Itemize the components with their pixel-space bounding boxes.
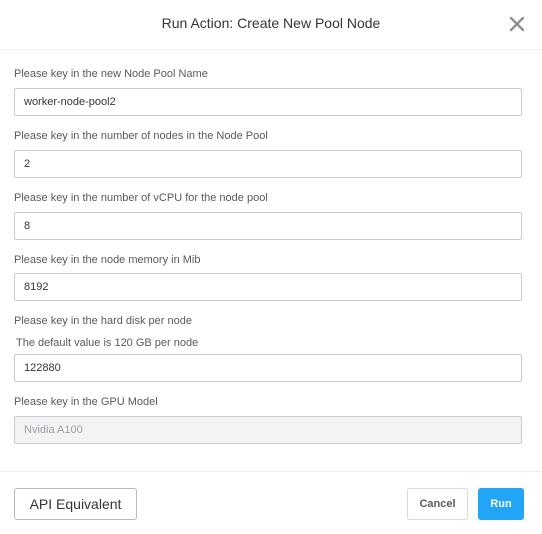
- close-icon: [509, 16, 525, 32]
- node-count-input[interactable]: [14, 150, 522, 178]
- node-count-label: Please key in the number of nodes in the…: [14, 130, 268, 142]
- node-pool-name-input[interactable]: [14, 88, 522, 116]
- hard-disk-hint: The default value is 120 GB per node: [16, 337, 199, 349]
- run-button[interactable]: Run: [478, 488, 524, 520]
- api-equivalent-button[interactable]: API Equivalent: [14, 488, 137, 520]
- footer-divider: [0, 471, 542, 472]
- gpu-model-input: [14, 416, 522, 444]
- dialog-title: Run Action: Create New Pool Node: [161, 15, 381, 31]
- memory-label: Please key in the node memory in Mib: [14, 254, 201, 266]
- hard-disk-label: Please key in the hard disk per node: [14, 315, 192, 327]
- node-pool-name-label: Please key in the new Node Pool Name: [14, 68, 208, 80]
- hard-disk-input[interactable]: [14, 354, 522, 382]
- close-button[interactable]: [508, 15, 526, 33]
- run-action-dialog: Run Action: Create New Pool Node Please …: [0, 0, 542, 534]
- memory-input[interactable]: [14, 273, 522, 301]
- cancel-button[interactable]: Cancel: [407, 488, 468, 520]
- vcpu-input[interactable]: [14, 212, 522, 240]
- dialog-header: Run Action: Create New Pool Node: [0, 0, 542, 50]
- vcpu-label: Please key in the number of vCPU for the…: [14, 192, 268, 204]
- gpu-model-label: Please key in the GPU Model: [14, 396, 158, 408]
